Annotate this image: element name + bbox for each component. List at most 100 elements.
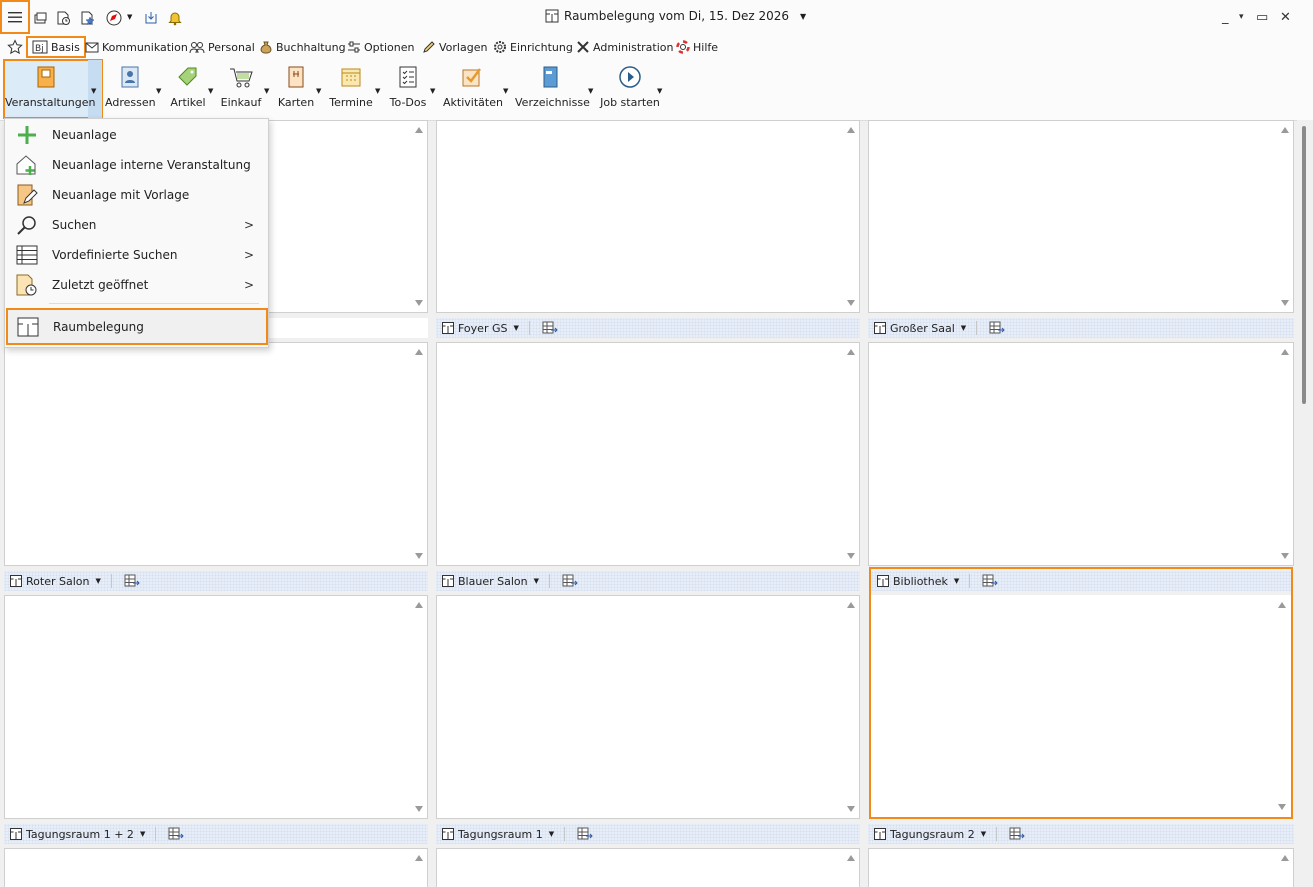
room-pane[interactable] <box>436 595 860 819</box>
pane-scrollbar[interactable] <box>1277 849 1293 887</box>
maximize-button[interactable]: ▭ <box>1256 10 1268 25</box>
bell-icon[interactable] <box>165 8 185 28</box>
ribbon-karten-button[interactable]: Karten <box>271 64 321 109</box>
tab-vorlagen[interactable]: Vorlagen <box>422 38 487 56</box>
pane-scrollbar[interactable] <box>1277 121 1293 312</box>
navigation-compass-icon[interactable] <box>104 8 124 28</box>
main-scrollbar[interactable] <box>1297 120 1313 887</box>
room-pane[interactable] <box>868 120 1294 313</box>
ribbon-veranstaltungen-button[interactable]: Veranstaltungen <box>5 64 96 109</box>
ribbon-label: Veranstaltungen <box>5 96 96 109</box>
room-plan-icon <box>442 828 454 840</box>
room-selector[interactable]: Roter Salon ▼ <box>10 574 140 588</box>
hamburger-menu-icon[interactable] <box>0 0 30 34</box>
menu-item-zuletzt-geoeffnet[interactable]: Zuletzt geöffnet > <box>5 270 268 300</box>
room-pane[interactable] <box>436 120 860 313</box>
ribbon-aktivitaeten-button[interactable]: Aktivitäten <box>443 64 503 109</box>
tab-hilfe[interactable]: Hilfe <box>676 38 718 56</box>
room-pane[interactable] <box>4 595 428 819</box>
room-plan-icon <box>10 828 22 840</box>
table-export-icon[interactable] <box>542 321 558 335</box>
room-pane[interactable] <box>436 848 860 887</box>
tab-buchhaltung[interactable]: Buchhaltung <box>259 38 346 56</box>
table-export-icon[interactable] <box>168 827 185 841</box>
menu-item-raumbelegung[interactable]: Raumbelegung <box>6 308 268 345</box>
window-title-text: Raumbelegung vom Di, 15. Dez 2026 <box>564 9 790 23</box>
menu-item-suchen[interactable]: Suchen > <box>5 210 268 240</box>
table-export-icon[interactable] <box>577 827 593 841</box>
ribbon-label: Adressen <box>105 96 156 109</box>
checklist-icon <box>399 66 417 88</box>
ribbon-artikel-button[interactable]: Artikel <box>163 64 213 109</box>
tag-icon <box>178 67 197 86</box>
recent-docs-icon[interactable] <box>53 8 73 28</box>
pane-scrollbar[interactable] <box>843 121 859 312</box>
room-pane[interactable] <box>4 848 428 887</box>
favorites-star-icon[interactable] <box>77 8 97 28</box>
compass-dropdown-caret[interactable]: ▼ <box>127 13 132 21</box>
chevron-down-icon: ▼ <box>548 830 555 838</box>
tab-optionen[interactable]: Optionen <box>347 38 414 56</box>
room-pane[interactable] <box>4 342 428 566</box>
menu-item-label: Suchen <box>52 218 97 232</box>
magnifier-icon <box>17 216 36 235</box>
tab-favorites[interactable] <box>7 38 23 56</box>
ribbon-todos-button[interactable]: To-Dos <box>383 64 433 109</box>
table-export-icon[interactable] <box>124 574 140 588</box>
room-selector[interactable]: Tagungsraum 2 ▼ <box>874 827 1025 841</box>
pane-scrollbar[interactable] <box>843 596 859 818</box>
lifebuoy-icon <box>676 40 690 54</box>
ribbon-adressen-button[interactable]: Adressen <box>105 64 156 109</box>
table-export-icon[interactable] <box>989 321 1005 335</box>
chevron-down-icon: ▼ <box>513 324 519 332</box>
inbox-download-icon[interactable] <box>141 8 161 28</box>
room-selector[interactable]: Blauer Salon ▼ <box>442 574 578 588</box>
pane-scrollbar[interactable] <box>1277 343 1293 565</box>
tab-administration[interactable]: Administration <box>576 38 674 56</box>
tab-personal[interactable]: Personal <box>189 38 255 56</box>
room-header: Foyer GS ▼ <box>436 318 860 338</box>
pane-scrollbar[interactable] <box>411 121 427 312</box>
room-pane[interactable] <box>868 342 1294 566</box>
event-book-icon <box>37 66 55 88</box>
pane-scrollbar[interactable] <box>411 343 427 565</box>
room-pane[interactable] <box>436 342 860 566</box>
pane-scrollbar[interactable] <box>411 849 427 887</box>
calendar-icon <box>341 68 361 87</box>
tab-kommunikation[interactable]: Kommunikation <box>85 38 188 56</box>
room-selector[interactable]: Tagungsraum 1 + 2 ▼ <box>10 827 185 841</box>
close-button[interactable]: ✕ <box>1280 10 1291 25</box>
room-selector[interactable]: Tagungsraum 1 ▼ <box>442 827 593 841</box>
windows-icon[interactable] <box>30 8 50 28</box>
list-table-icon <box>16 245 38 265</box>
menu-item-neuanlage-vorlage[interactable]: Neuanlage mit Vorlage <box>5 180 268 210</box>
room-pane[interactable] <box>868 848 1294 887</box>
room-name: Roter Salon <box>26 574 90 588</box>
room-selector[interactable]: Foyer GS ▼ <box>442 321 558 335</box>
pane-scrollbar[interactable] <box>843 849 859 887</box>
ribbon-job-starten-button[interactable]: Job starten <box>600 64 660 109</box>
table-export-icon[interactable] <box>1009 827 1025 841</box>
chevron-down-icon: ▼ <box>657 87 663 95</box>
table-export-icon[interactable] <box>562 574 578 588</box>
minimize-button[interactable]: _ <box>1222 10 1229 25</box>
room-selector[interactable]: Großer Saal ▼ <box>874 321 1005 335</box>
ribbon-termine-button[interactable]: Termine <box>326 64 376 109</box>
chevron-down-icon: ▼ <box>533 577 539 585</box>
window-title[interactable]: Raumbelegung vom Di, 15. Dez 2026 ▼ <box>545 9 806 23</box>
tab-label: Basis <box>51 40 80 54</box>
chevron-down-icon: ▼ <box>95 577 101 585</box>
tab-basis[interactable]: Bj Basis <box>26 36 86 58</box>
menu-item-vordefinierte-suchen[interactable]: Vordefinierte Suchen > <box>5 240 268 270</box>
pane-scrollbar[interactable] <box>843 343 859 565</box>
menu-item-neuanlage[interactable]: Neuanlage <box>5 120 268 150</box>
pane-scrollbar[interactable] <box>411 596 427 818</box>
house-plus-icon <box>16 155 36 175</box>
pencil-icon <box>423 41 435 53</box>
scrollbar-thumb[interactable] <box>1302 126 1306 404</box>
window-menu-button[interactable]: ▾ <box>1239 12 1244 22</box>
tab-einrichtung[interactable]: Einrichtung <box>493 38 573 56</box>
ribbon-verzeichnisse-button[interactable]: Verzeichnisse <box>515 64 590 109</box>
menu-item-neuanlage-intern[interactable]: Neuanlage interne Veranstaltung <box>5 150 268 180</box>
ribbon-einkauf-button[interactable]: Einkauf <box>216 64 266 109</box>
